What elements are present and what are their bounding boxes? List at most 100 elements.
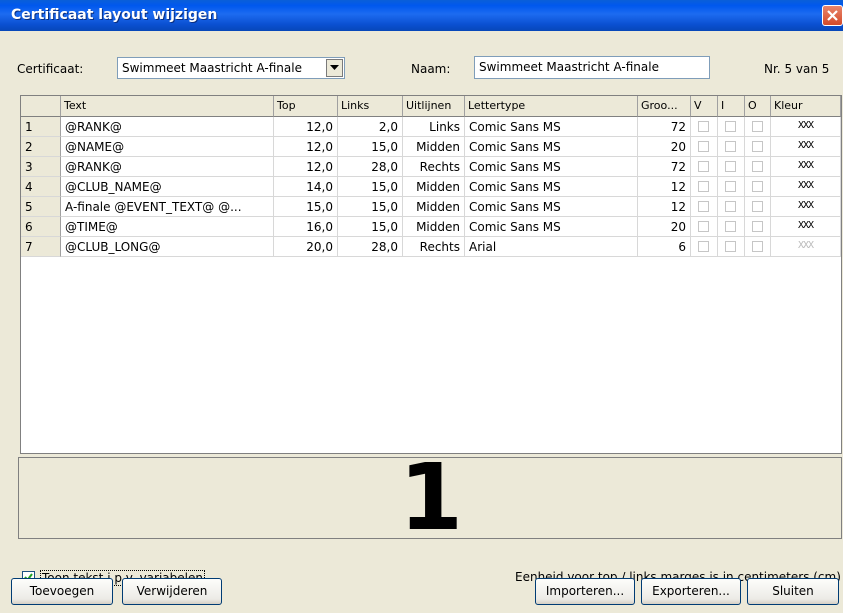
cell-grootte[interactable]: 72: [638, 117, 691, 137]
table-row[interactable]: 2 @NAME@ 12,0 15,0 Midden Comic Sans MS …: [21, 137, 841, 157]
cell-kleur[interactable]: XXX: [771, 117, 841, 137]
layout-grid[interactable]: Text Top Links Uitlijnen Lettertype Groo…: [20, 95, 842, 454]
checkbox-v[interactable]: [698, 121, 709, 132]
close-button[interactable]: [822, 5, 843, 26]
importeren-button[interactable]: Importeren...: [535, 578, 635, 605]
cell-links[interactable]: 28,0: [338, 237, 403, 257]
cell-text[interactable]: @CLUB_NAME@: [61, 177, 274, 197]
cell-text[interactable]: @RANK@: [61, 117, 274, 137]
cell-uitlijnen[interactable]: Midden: [403, 177, 465, 197]
cell-top[interactable]: 16,0: [274, 217, 338, 237]
checkbox-v[interactable]: [698, 241, 709, 252]
cell-grootte[interactable]: 12: [638, 177, 691, 197]
cell-top[interactable]: 12,0: [274, 137, 338, 157]
cell-uitlijnen[interactable]: Midden: [403, 137, 465, 157]
col-header-lettertype[interactable]: Lettertype: [465, 96, 638, 117]
cell-top[interactable]: 15,0: [274, 197, 338, 217]
checkbox-v[interactable]: [698, 221, 709, 232]
cell-uitlijnen[interactable]: Rechts: [403, 157, 465, 177]
toevoegen-button[interactable]: Toevoegen: [11, 578, 113, 605]
cell-text[interactable]: @TIME@: [61, 217, 274, 237]
checkbox-v[interactable]: [698, 201, 709, 212]
table-row[interactable]: 7 @CLUB_LONG@ 20,0 28,0 Rechts Arial 6 X…: [21, 237, 841, 257]
cell-kleur[interactable]: XXX: [771, 217, 841, 237]
checkbox-o[interactable]: [752, 241, 763, 252]
row-number: 1: [21, 117, 61, 137]
checkbox-i[interactable]: [725, 241, 736, 252]
cell-kleur[interactable]: XXX: [771, 197, 841, 217]
cell-text[interactable]: A-finale @EVENT_TEXT@ @...: [61, 197, 274, 217]
table-row[interactable]: 3 @RANK@ 12,0 28,0 Rechts Comic Sans MS …: [21, 157, 841, 177]
cell-grootte[interactable]: 72: [638, 157, 691, 177]
cell-grootte[interactable]: 6: [638, 237, 691, 257]
col-header-i[interactable]: I: [718, 96, 745, 117]
cell-uitlijnen[interactable]: Midden: [403, 217, 465, 237]
cell-grootte[interactable]: 12: [638, 197, 691, 217]
table-row[interactable]: 6 @TIME@ 16,0 15,0 Midden Comic Sans MS …: [21, 217, 841, 237]
cell-top[interactable]: 12,0: [274, 157, 338, 177]
cell-uitlijnen[interactable]: Midden: [403, 197, 465, 217]
col-header-uitlijnen[interactable]: Uitlijnen: [403, 96, 465, 117]
cell-lettertype[interactable]: Comic Sans MS: [465, 117, 638, 137]
cell-top[interactable]: 12,0: [274, 117, 338, 137]
cell-links[interactable]: 15,0: [338, 177, 403, 197]
checkbox-i[interactable]: [725, 201, 736, 212]
cell-links[interactable]: 15,0: [338, 137, 403, 157]
row-number: 5: [21, 197, 61, 217]
checkbox-o[interactable]: [752, 221, 763, 232]
cell-kleur[interactable]: XXX: [771, 137, 841, 157]
checkbox-i[interactable]: [725, 181, 736, 192]
cell-grootte[interactable]: 20: [638, 137, 691, 157]
cell-links[interactable]: 15,0: [338, 197, 403, 217]
col-header-top[interactable]: Top: [274, 96, 338, 117]
cell-lettertype[interactable]: Comic Sans MS: [465, 177, 638, 197]
cell-lettertype[interactable]: Comic Sans MS: [465, 137, 638, 157]
col-header-kleur[interactable]: Kleur: [771, 96, 841, 117]
cell-links[interactable]: 15,0: [338, 217, 403, 237]
sluiten-button[interactable]: Sluiten: [747, 578, 839, 605]
col-header-text[interactable]: Text: [61, 96, 274, 117]
checkbox-o[interactable]: [752, 201, 763, 212]
cell-top[interactable]: 20,0: [274, 237, 338, 257]
col-header-links[interactable]: Links: [338, 96, 403, 117]
dropdown-button[interactable]: [326, 59, 343, 77]
cell-kleur[interactable]: XXX: [771, 237, 841, 257]
checkbox-i[interactable]: [725, 141, 736, 152]
cell-uitlijnen[interactable]: Links: [403, 117, 465, 137]
cell-lettertype[interactable]: Arial: [465, 237, 638, 257]
cell-lettertype[interactable]: Comic Sans MS: [465, 197, 638, 217]
checkbox-i[interactable]: [725, 161, 736, 172]
cell-lettertype[interactable]: Comic Sans MS: [465, 217, 638, 237]
table-row[interactable]: 5 A-finale @EVENT_TEXT@ @... 15,0 15,0 M…: [21, 197, 841, 217]
naam-input[interactable]: Swimmeet Maastricht A-finale: [474, 56, 710, 79]
cell-text[interactable]: @CLUB_LONG@: [61, 237, 274, 257]
table-row[interactable]: 4 @CLUB_NAME@ 14,0 15,0 Midden Comic San…: [21, 177, 841, 197]
cell-kleur[interactable]: XXX: [771, 157, 841, 177]
table-row[interactable]: 1 @RANK@ 12,0 2,0 Links Comic Sans MS 72…: [21, 117, 841, 137]
exporteren-button[interactable]: Exporteren...: [641, 578, 741, 605]
col-header-grootte[interactable]: Groo...: [638, 96, 691, 117]
checkbox-o[interactable]: [752, 161, 763, 172]
checkbox-o[interactable]: [752, 141, 763, 152]
col-header-v[interactable]: V: [691, 96, 718, 117]
cell-top[interactable]: 14,0: [274, 177, 338, 197]
checkbox-i[interactable]: [725, 121, 736, 132]
cell-links[interactable]: 28,0: [338, 157, 403, 177]
checkbox-v[interactable]: [698, 141, 709, 152]
verwijderen-button[interactable]: Verwijderen: [122, 578, 222, 605]
cell-grootte[interactable]: 20: [638, 217, 691, 237]
naam-input-value: Swimmeet Maastricht A-finale: [479, 60, 659, 74]
checkbox-v[interactable]: [698, 181, 709, 192]
cell-uitlijnen[interactable]: Rechts: [403, 237, 465, 257]
checkbox-i[interactable]: [725, 221, 736, 232]
cell-text[interactable]: @NAME@: [61, 137, 274, 157]
cell-kleur[interactable]: XXX: [771, 177, 841, 197]
certificaat-select[interactable]: Swimmeet Maastricht A-finale: [117, 57, 345, 79]
cell-lettertype[interactable]: Comic Sans MS: [465, 157, 638, 177]
cell-links[interactable]: 2,0: [338, 117, 403, 137]
checkbox-v[interactable]: [698, 161, 709, 172]
checkbox-o[interactable]: [752, 181, 763, 192]
checkbox-o[interactable]: [752, 121, 763, 132]
col-header-o[interactable]: O: [745, 96, 771, 117]
cell-text[interactable]: @RANK@: [61, 157, 274, 177]
